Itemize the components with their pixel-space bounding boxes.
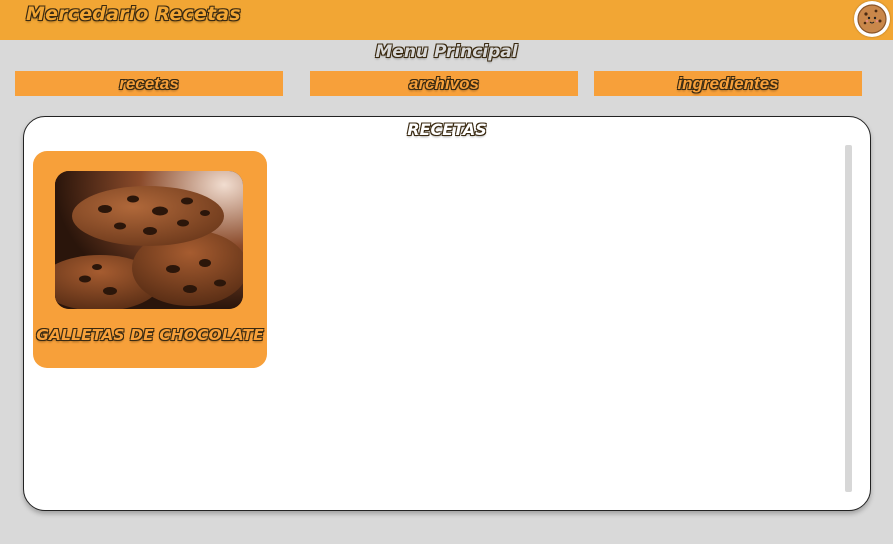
recipe-card-title: GALLETAS DE CHOCOLATE [36,326,264,344]
cookie-face-icon[interactable] [854,1,890,37]
top-bar: Mercedario Recetas [0,0,893,40]
nav-button-recetas[interactable]: recetas [15,71,283,96]
menu-title: Menu Principal [375,42,518,62]
nav-button-archivos[interactable]: archivos [310,71,578,96]
recipes-panel: RECETAS GALLETAS DE CHOCOLATE [23,116,871,511]
nav-button-ingredientes[interactable]: ingredientes [594,71,862,96]
app-title: Mercedario Recetas [26,3,241,25]
scrollbar[interactable] [845,145,852,492]
recipes-panel-title: RECETAS [407,120,487,139]
recipe-card[interactable]: GALLETAS DE CHOCOLATE [33,151,267,368]
chocolate-chip-cookies-image [55,171,243,309]
